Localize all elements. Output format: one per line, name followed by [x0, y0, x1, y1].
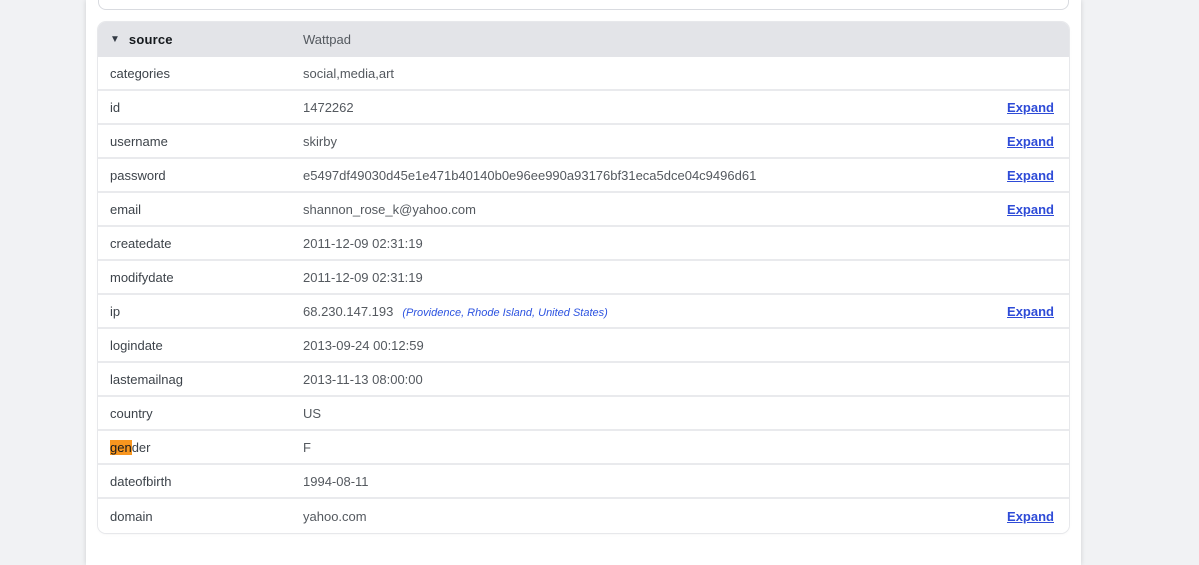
field-label-text: categories [110, 66, 170, 81]
table-row: logindate 2013-09-24 00:12:59 [98, 329, 1069, 363]
field-label-text: ip [110, 304, 120, 319]
table-row: ip 68.230.147.193 (Providence, Rhode Isl… [98, 295, 1069, 329]
field-label: username [110, 134, 303, 149]
field-label-text: username [110, 134, 168, 149]
field-value: 2013-09-24 00:12:59 [303, 338, 424, 353]
panel-inner: ▼ source Wattpad categories social,media… [98, 0, 1069, 533]
source-value: Wattpad [303, 32, 1054, 47]
expand-link[interactable]: Expand [1007, 304, 1054, 319]
table-row: categories social,media,art [98, 57, 1069, 91]
table-row: lastemailnag 2013-11-13 08:00:00 [98, 363, 1069, 397]
field-label: ip [110, 304, 303, 319]
field-label: categories [110, 66, 303, 81]
table-row: id 1472262 Expand [98, 91, 1069, 125]
field-label: password [110, 168, 303, 183]
table-row: dateofbirth 1994-08-11 [98, 465, 1069, 499]
source-header-label: ▼ source [110, 32, 303, 47]
previous-card-bottom [98, 0, 1069, 10]
field-value: 68.230.147.193 [303, 304, 393, 319]
field-value-cell: US [303, 406, 1054, 421]
field-value: e5497df49030d45e1e471b40140b0e96ee990a93… [303, 168, 756, 183]
field-label-text: lastemailnag [110, 372, 183, 387]
field-label-text: modifydate [110, 270, 174, 285]
source-header-row: ▼ source Wattpad [98, 22, 1069, 57]
field-value-cell: social,media,art [303, 66, 1054, 81]
field-value: skirby [303, 134, 337, 149]
field-value-cell: 2013-11-13 08:00:00 [303, 372, 1054, 387]
field-value: 2011-12-09 02:31:19 [303, 236, 423, 251]
expand-link[interactable]: Expand [1007, 134, 1054, 149]
field-label: lastemailnag [110, 372, 303, 387]
field-label-text: der [132, 440, 151, 455]
field-value-cell: skirby [303, 134, 991, 149]
table-row: password e5497df49030d45e1e471b40140b0e9… [98, 159, 1069, 193]
field-value: yahoo.com [303, 509, 367, 524]
field-label-text: createdate [110, 236, 171, 251]
field-label: domain [110, 509, 303, 524]
field-label-text: id [110, 100, 120, 115]
field-label-text: domain [110, 509, 153, 524]
field-label: dateofbirth [110, 474, 303, 489]
field-value-cell: shannon_rose_k@yahoo.com [303, 202, 991, 217]
table-row: modifydate 2011-12-09 02:31:19 [98, 261, 1069, 295]
field-label: country [110, 406, 303, 421]
source-field-label: source [129, 32, 173, 47]
search-highlight: gen [110, 440, 132, 455]
record-rows: categories social,media,art id 1472262 E… [98, 57, 1069, 533]
field-value: 2011-12-09 02:31:19 [303, 270, 423, 285]
expand-link[interactable]: Expand [1007, 509, 1054, 524]
field-label: gender [110, 440, 303, 455]
field-value: US [303, 406, 321, 421]
expand-link[interactable]: Expand [1007, 100, 1054, 115]
field-label: createdate [110, 236, 303, 251]
field-value-cell: 2011-12-09 02:31:19 [303, 270, 1054, 285]
field-value-cell: 2013-09-24 00:12:59 [303, 338, 1054, 353]
ip-location-note: (Providence, Rhode Island, United States… [402, 307, 607, 319]
field-label-text: logindate [110, 338, 163, 353]
field-value: 2013-11-13 08:00:00 [303, 372, 423, 387]
field-label: email [110, 202, 303, 217]
field-label-text: email [110, 202, 141, 217]
field-value-cell: 2011-12-09 02:31:19 [303, 236, 1054, 251]
field-label-text: country [110, 406, 153, 421]
field-value-cell: yahoo.com [303, 509, 991, 524]
table-row: domain yahoo.com Expand [98, 499, 1069, 533]
field-label: id [110, 100, 303, 115]
field-value: F [303, 440, 311, 455]
expand-link[interactable]: Expand [1007, 202, 1054, 217]
field-value-cell: F [303, 440, 1054, 455]
field-value-cell: 68.230.147.193 (Providence, Rhode Island… [303, 304, 991, 319]
field-label: logindate [110, 338, 303, 353]
field-value: social,media,art [303, 66, 394, 81]
field-value-cell: 1994-08-11 [303, 474, 1054, 489]
table-row: gender F [98, 431, 1069, 465]
table-row: country US [98, 397, 1069, 431]
table-row: email shannon_rose_k@yahoo.com Expand [98, 193, 1069, 227]
collapse-triangle-icon[interactable]: ▼ [110, 35, 120, 45]
field-value: shannon_rose_k@yahoo.com [303, 202, 476, 217]
field-label-text: dateofbirth [110, 474, 171, 489]
field-value-cell: 1472262 [303, 100, 991, 115]
table-row: createdate 2011-12-09 02:31:19 [98, 227, 1069, 261]
field-value: 1472262 [303, 100, 354, 115]
field-value-cell: e5497df49030d45e1e471b40140b0e96ee990a93… [303, 168, 991, 183]
results-panel: ▼ source Wattpad categories social,media… [86, 0, 1081, 565]
field-label: modifydate [110, 270, 303, 285]
field-value: 1994-08-11 [303, 474, 369, 489]
expand-link[interactable]: Expand [1007, 168, 1054, 183]
record-table: ▼ source Wattpad categories social,media… [98, 22, 1069, 533]
field-label-text: password [110, 168, 166, 183]
table-row: username skirby Expand [98, 125, 1069, 159]
